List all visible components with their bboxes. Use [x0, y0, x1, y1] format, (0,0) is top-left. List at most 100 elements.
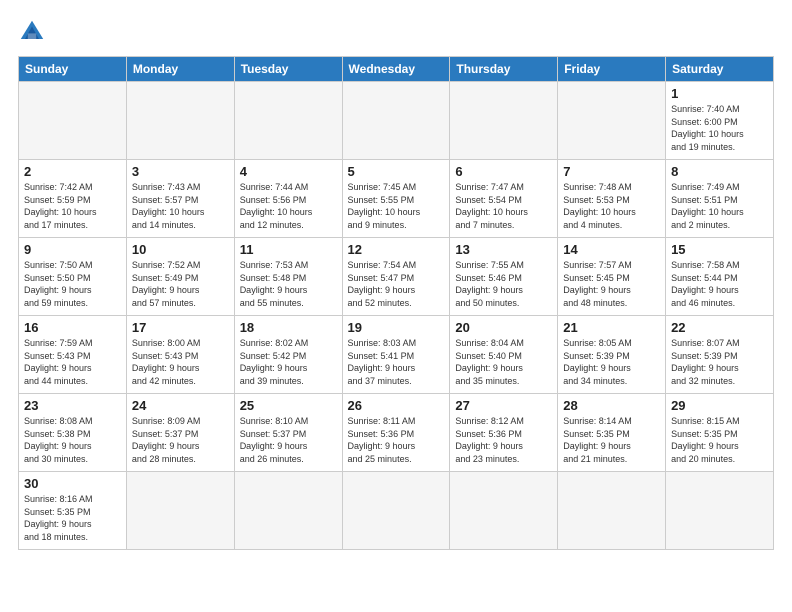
day-number: 26	[348, 398, 445, 413]
calendar-cell: 11 Sunrise: 7:53 AM Sunset: 5:48 PM Dayli…	[234, 238, 342, 316]
calendar-cell: 20 Sunrise: 8:04 AM Sunset: 5:40 PM Dayli…	[450, 316, 558, 394]
calendar-cell: 17 Sunrise: 8:00 AM Sunset: 5:43 PM Dayli…	[126, 316, 234, 394]
day-number: 5	[348, 164, 445, 179]
calendar-cell: 8 Sunrise: 7:49 AM Sunset: 5:51 PM Daylig…	[666, 160, 774, 238]
calendar-cell: 22 Sunrise: 8:07 AM Sunset: 5:39 PM Dayli…	[666, 316, 774, 394]
day-info: Sunrise: 7:53 AM Sunset: 5:48 PM Dayligh…	[240, 259, 337, 309]
day-number: 10	[132, 242, 229, 257]
day-info: Sunrise: 7:45 AM Sunset: 5:55 PM Dayligh…	[348, 181, 445, 231]
day-info: Sunrise: 8:15 AM Sunset: 5:35 PM Dayligh…	[671, 415, 768, 465]
logo	[18, 18, 50, 46]
calendar-cell	[450, 82, 558, 160]
day-number: 12	[348, 242, 445, 257]
day-info: Sunrise: 8:02 AM Sunset: 5:42 PM Dayligh…	[240, 337, 337, 387]
day-info: Sunrise: 8:03 AM Sunset: 5:41 PM Dayligh…	[348, 337, 445, 387]
calendar-cell	[126, 472, 234, 550]
day-number: 2	[24, 164, 121, 179]
day-number: 11	[240, 242, 337, 257]
week-row-2: 2Sunrise: 7:42 AM Sunset: 5:59 PM Daylig…	[19, 160, 774, 238]
day-number: 27	[455, 398, 552, 413]
calendar: SundayMondayTuesdayWednesdayThursdayFrid…	[18, 56, 774, 550]
calendar-cell: 19 Sunrise: 8:03 AM Sunset: 5:41 PM Dayli…	[342, 316, 450, 394]
day-number: 28	[563, 398, 660, 413]
day-info: Sunrise: 8:09 AM Sunset: 5:37 PM Dayligh…	[132, 415, 229, 465]
day-info: Sunrise: 7:59 AM Sunset: 5:43 PM Dayligh…	[24, 337, 121, 387]
day-number: 15	[671, 242, 768, 257]
day-info: Sunrise: 8:11 AM Sunset: 5:36 PM Dayligh…	[348, 415, 445, 465]
calendar-cell: 30Sunrise: 8:16 AM Sunset: 5:35 PM Dayli…	[19, 472, 127, 550]
day-info: Sunrise: 8:00 AM Sunset: 5:43 PM Dayligh…	[132, 337, 229, 387]
calendar-cell	[558, 472, 666, 550]
calendar-cell: 14Sunrise: 7:57 AM Sunset: 5:45 PM Dayli…	[558, 238, 666, 316]
calendar-cell: 24 Sunrise: 8:09 AM Sunset: 5:37 PM Dayli…	[126, 394, 234, 472]
page: SundayMondayTuesdayWednesdayThursdayFrid…	[0, 0, 792, 560]
day-number: 19	[348, 320, 445, 335]
day-number: 14	[563, 242, 660, 257]
day-number: 8	[671, 164, 768, 179]
calendar-header: SundayMondayTuesdayWednesdayThursdayFrid…	[19, 57, 774, 82]
day-info: Sunrise: 8:04 AM Sunset: 5:40 PM Dayligh…	[455, 337, 552, 387]
calendar-cell	[450, 472, 558, 550]
day-number: 17	[132, 320, 229, 335]
day-info: Sunrise: 7:40 AM Sunset: 6:00 PM Dayligh…	[671, 103, 768, 153]
calendar-cell: 27 Sunrise: 8:12 AM Sunset: 5:36 PM Dayli…	[450, 394, 558, 472]
calendar-cell: 7 Sunrise: 7:48 AM Sunset: 5:53 PM Daylig…	[558, 160, 666, 238]
day-info: Sunrise: 7:58 AM Sunset: 5:44 PM Dayligh…	[671, 259, 768, 309]
calendar-cell: 12Sunrise: 7:54 AM Sunset: 5:47 PM Dayli…	[342, 238, 450, 316]
calendar-cell: 3 Sunrise: 7:43 AM Sunset: 5:57 PM Daylig…	[126, 160, 234, 238]
calendar-cell: 2Sunrise: 7:42 AM Sunset: 5:59 PM Daylig…	[19, 160, 127, 238]
day-info: Sunrise: 8:12 AM Sunset: 5:36 PM Dayligh…	[455, 415, 552, 465]
calendar-cell: 25Sunrise: 8:10 AM Sunset: 5:37 PM Dayli…	[234, 394, 342, 472]
day-number: 20	[455, 320, 552, 335]
calendar-cell: 4Sunrise: 7:44 AM Sunset: 5:56 PM Daylig…	[234, 160, 342, 238]
day-number: 29	[671, 398, 768, 413]
weekday-row: SundayMondayTuesdayWednesdayThursdayFrid…	[19, 57, 774, 82]
day-info: Sunrise: 7:43 AM Sunset: 5:57 PM Dayligh…	[132, 181, 229, 231]
weekday-header-saturday: Saturday	[666, 57, 774, 82]
weekday-header-sunday: Sunday	[19, 57, 127, 82]
day-number: 7	[563, 164, 660, 179]
day-info: Sunrise: 7:44 AM Sunset: 5:56 PM Dayligh…	[240, 181, 337, 231]
header	[18, 18, 774, 46]
day-number: 22	[671, 320, 768, 335]
weekday-header-friday: Friday	[558, 57, 666, 82]
day-info: Sunrise: 8:10 AM Sunset: 5:37 PM Dayligh…	[240, 415, 337, 465]
day-info: Sunrise: 7:49 AM Sunset: 5:51 PM Dayligh…	[671, 181, 768, 231]
day-info: Sunrise: 8:05 AM Sunset: 5:39 PM Dayligh…	[563, 337, 660, 387]
day-number: 23	[24, 398, 121, 413]
calendar-cell	[234, 472, 342, 550]
week-row-5: 23 Sunrise: 8:08 AM Sunset: 5:38 PM Dayli…	[19, 394, 774, 472]
day-number: 3	[132, 164, 229, 179]
calendar-cell: 18 Sunrise: 8:02 AM Sunset: 5:42 PM Dayli…	[234, 316, 342, 394]
calendar-body: 1Sunrise: 7:40 AM Sunset: 6:00 PM Daylig…	[19, 82, 774, 550]
weekday-header-monday: Monday	[126, 57, 234, 82]
day-number: 6	[455, 164, 552, 179]
day-number: 24	[132, 398, 229, 413]
calendar-cell: 6Sunrise: 7:47 AM Sunset: 5:54 PM Daylig…	[450, 160, 558, 238]
calendar-cell	[342, 472, 450, 550]
calendar-cell: 9Sunrise: 7:50 AM Sunset: 5:50 PM Daylig…	[19, 238, 127, 316]
calendar-cell: 10 Sunrise: 7:52 AM Sunset: 5:49 PM Dayli…	[126, 238, 234, 316]
calendar-cell	[19, 82, 127, 160]
day-number: 9	[24, 242, 121, 257]
day-info: Sunrise: 8:08 AM Sunset: 5:38 PM Dayligh…	[24, 415, 121, 465]
day-number: 21	[563, 320, 660, 335]
calendar-cell: 16Sunrise: 7:59 AM Sunset: 5:43 PM Dayli…	[19, 316, 127, 394]
calendar-cell	[558, 82, 666, 160]
day-info: Sunrise: 8:16 AM Sunset: 5:35 PM Dayligh…	[24, 493, 121, 543]
calendar-cell: 5 Sunrise: 7:45 AM Sunset: 5:55 PM Daylig…	[342, 160, 450, 238]
day-info: Sunrise: 7:55 AM Sunset: 5:46 PM Dayligh…	[455, 259, 552, 309]
calendar-cell	[666, 472, 774, 550]
day-number: 18	[240, 320, 337, 335]
day-info: Sunrise: 8:14 AM Sunset: 5:35 PM Dayligh…	[563, 415, 660, 465]
weekday-header-tuesday: Tuesday	[234, 57, 342, 82]
week-row-1: 1Sunrise: 7:40 AM Sunset: 6:00 PM Daylig…	[19, 82, 774, 160]
calendar-cell	[342, 82, 450, 160]
calendar-cell: 21 Sunrise: 8:05 AM Sunset: 5:39 PM Dayli…	[558, 316, 666, 394]
week-row-3: 9Sunrise: 7:50 AM Sunset: 5:50 PM Daylig…	[19, 238, 774, 316]
day-info: Sunrise: 7:52 AM Sunset: 5:49 PM Dayligh…	[132, 259, 229, 309]
day-info: Sunrise: 8:07 AM Sunset: 5:39 PM Dayligh…	[671, 337, 768, 387]
week-row-6: 30Sunrise: 8:16 AM Sunset: 5:35 PM Dayli…	[19, 472, 774, 550]
logo-icon	[18, 18, 46, 46]
day-info: Sunrise: 7:48 AM Sunset: 5:53 PM Dayligh…	[563, 181, 660, 231]
